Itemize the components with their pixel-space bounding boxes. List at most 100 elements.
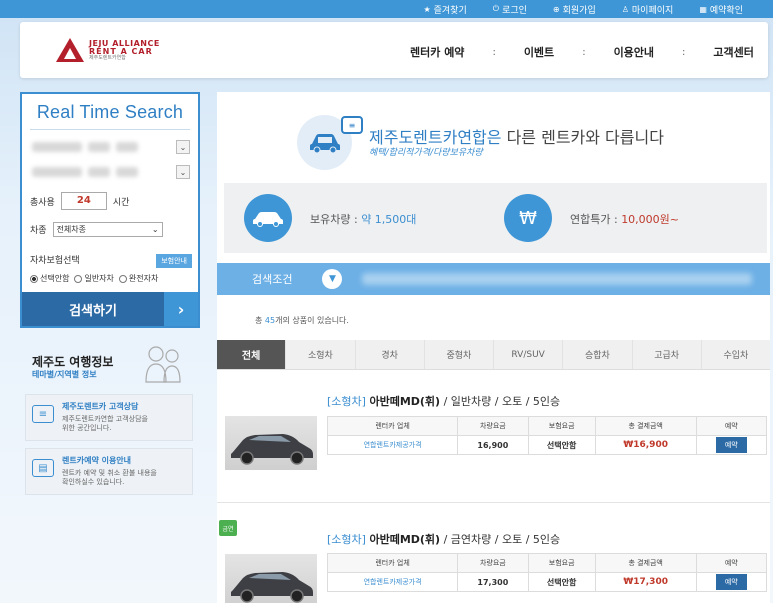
car-type-select[interactable]: 전체차종 ⌄ [52,222,163,237]
col-firm: 렌터카 업체 [326,416,459,436]
user-icon: ♙ [621,4,629,14]
search-conditions-bar[interactable]: 검색조건 ▼ [217,263,770,295]
hours-label: 총사용 [30,197,55,208]
chevron-down-icon[interactable]: ▼ [322,269,343,289]
reservation-check-label: 예약확인 [709,5,743,16]
nav-events[interactable]: 이벤트 [524,44,554,60]
main-content: ≡ 제주도렌트카연합은 다른 렌트카와 다릅니다 혜택/합리적가격/다량보유차량… [217,92,770,603]
car-type-value: 전체차종 [56,225,87,234]
fleet-stat: 보유차량 : 약 1,500대 [310,213,417,226]
col-reserve: 예약 [695,416,768,436]
product-divider [217,502,770,503]
tab-all[interactable]: 전체 [217,340,287,369]
col-car-fee: 차량요금 [457,553,529,573]
car-type-label: 차종 [30,226,47,236]
col-insurance: 보험요금 [527,553,596,573]
radio-icon [118,274,127,283]
insurance-value: 선택안함 [527,435,596,455]
total-price: ₩17,300 [594,572,697,592]
car-icon [309,133,340,153]
tab-compact[interactable]: 소형차 [286,340,356,369]
hours-unit: 시간 [112,197,130,208]
car-photo[interactable] [225,554,317,603]
car-photo[interactable] [225,416,317,470]
real-time-search-panel: Real Time Search ⌄ ⌄ 총사용 24 시간 차종 전체차종 ⌄… [20,92,200,328]
pickup-datetime-row[interactable]: ⌄ [32,139,190,155]
tab-mini[interactable]: 경차 [356,340,425,369]
col-insurance: 보험요금 [527,416,596,436]
insurance-option-full[interactable]: 완전자차 [118,273,158,284]
insurance-row: 자차보험선택 [30,253,80,266]
return-datetime-row[interactable]: ⌄ [32,164,190,180]
chat-bubble-icon: ≡ [32,405,54,423]
tab-van[interactable]: 승합차 [563,340,633,369]
tab-luxury[interactable]: 고급차 [633,340,702,369]
reserve-cell: 예약 [695,435,768,455]
nav-guide[interactable]: 이용안내 [614,44,654,60]
product-item: 금연 [소형차] 아반떼MD(휘) / 금연차량 / 오토 / 5인승 렌터카 … [217,520,770,603]
hero-subtitle: 혜택/합리적가격/다량보유차량 [369,148,483,158]
firm-name[interactable]: 연합렌트카제공가격 [326,435,459,455]
tab-rv-suv[interactable]: RV/SUV [494,340,564,369]
product-title[interactable]: [소형차] 아반떼MD(휘) / 일반차량 / 오토 / 5인승 [327,393,560,409]
travel-info-title: 제주도 여행정보 [32,355,114,369]
insurance-guide-button[interactable]: 보험안내 [156,254,192,268]
car-category-tabs: 전체 소형차 경차 중형차 RV/SUV 승합차 고급차 수입차 [217,340,770,370]
site-logo[interactable]: JEJU ALLIANCE RENT A CAR 제주도렌트카연합 [56,38,160,62]
tab-imported[interactable]: 수입차 [702,340,770,369]
col-car-fee: 차량요금 [457,416,529,436]
pickup-date-blurred [32,142,82,152]
logo-triangle-icon [56,38,84,62]
firm-name[interactable]: 연합렌트카제공가격 [326,572,459,592]
insurance-value: 선택안함 [527,572,596,592]
hours-input[interactable]: 24 [60,192,107,210]
tab-midsize[interactable]: 중형차 [425,340,494,369]
radio-icon [74,274,83,283]
customer-consult-card[interactable]: ≡ 제주도렌트카 고객상담 제주도렌트카연합 고객상담을 위한 공간입니다. [25,394,193,441]
login-label: 로그인 [502,5,527,16]
user-add-icon: ⊕ [552,4,560,14]
chevron-down-icon[interactable]: ⌄ [176,165,190,179]
travelers-illustration-icon [145,346,181,383]
document-icon: ▤ [32,459,54,477]
total-hours-row: 총사용 24 시간 [30,192,129,210]
login-link[interactable]: ⏻ 로그인 [493,3,527,16]
favorites-label: 즐겨찾기 [433,5,467,16]
search-title: Real Time Search [36,102,184,122]
reservation-check-link[interactable]: ▦ 예약확인 [699,3,743,16]
col-firm: 렌터카 업체 [326,553,459,573]
travel-info-subtitle[interactable]: 테마별/지역별 정보 [32,369,97,380]
insurance-option-basic[interactable]: 일반자차 [74,273,114,284]
car-photo-icon [231,434,313,465]
signup-label: 회원가입 [562,5,596,16]
search-button[interactable]: 검색하기 › [22,292,198,326]
reserve-button[interactable]: 예약 [715,574,747,590]
chevron-down-icon[interactable]: ⌄ [176,140,190,154]
power-icon: ⏻ [492,4,500,13]
search-divider [30,129,190,130]
nav-customer-center[interactable]: 고객센터 [713,44,753,60]
reserve-cell: 예약 [695,572,768,592]
reserve-button[interactable]: 예약 [715,437,747,453]
nav-rental-reservation[interactable]: 렌터카 예약 [410,44,464,60]
signup-link[interactable]: ⊕ 회원가입 [553,3,596,16]
insurance-option-none[interactable]: 선택안함 [30,273,69,284]
price-stat: 연합특가 : 10,000원~ [570,213,680,226]
col-reserve: 예약 [695,553,768,573]
pricing-table: 렌터카 업체 차량요금 보험요금 총 결제금액 예약 연합렌트카제공가격 16,… [326,416,768,455]
conditions-label: 검색조건 [252,273,293,286]
calendar-icon: ▦ [699,4,707,14]
non-smoking-badge: 금연 [219,520,237,536]
main-nav: 렌터카 예약 : 이벤트 : 이용안내 : 고객센터 [410,44,754,60]
top-utility-bar: ★ 즐겨찾기 ⏻ 로그인 ⊕ 회원가입 ♙ 마이페이지 ▦ 예약확인 [0,0,773,18]
nav-separator: : [682,46,686,58]
reservation-guide-card[interactable]: ▤ 렌트카예약 이용안내 렌트카 예약 및 취소 환불 내용을 확인하실수 있습니… [25,448,193,495]
site-header: JEJU ALLIANCE RENT A CAR 제주도렌트카연합 렌터카 예약… [20,22,768,78]
mypage-link[interactable]: ♙ 마이페이지 [622,3,674,16]
product-title[interactable]: [소형차] 아반떼MD(휘) / 금연차량 / 오토 / 5인승 [327,531,560,547]
insurance-options: 선택안함 일반자차 완전자차 [30,273,158,284]
favorites-link[interactable]: ★ 즐겨찾기 [423,3,466,16]
car-photo-icon [231,572,313,603]
conditions-blurred [362,273,753,285]
logo-line3: 제주도렌트카연합 [89,54,126,61]
